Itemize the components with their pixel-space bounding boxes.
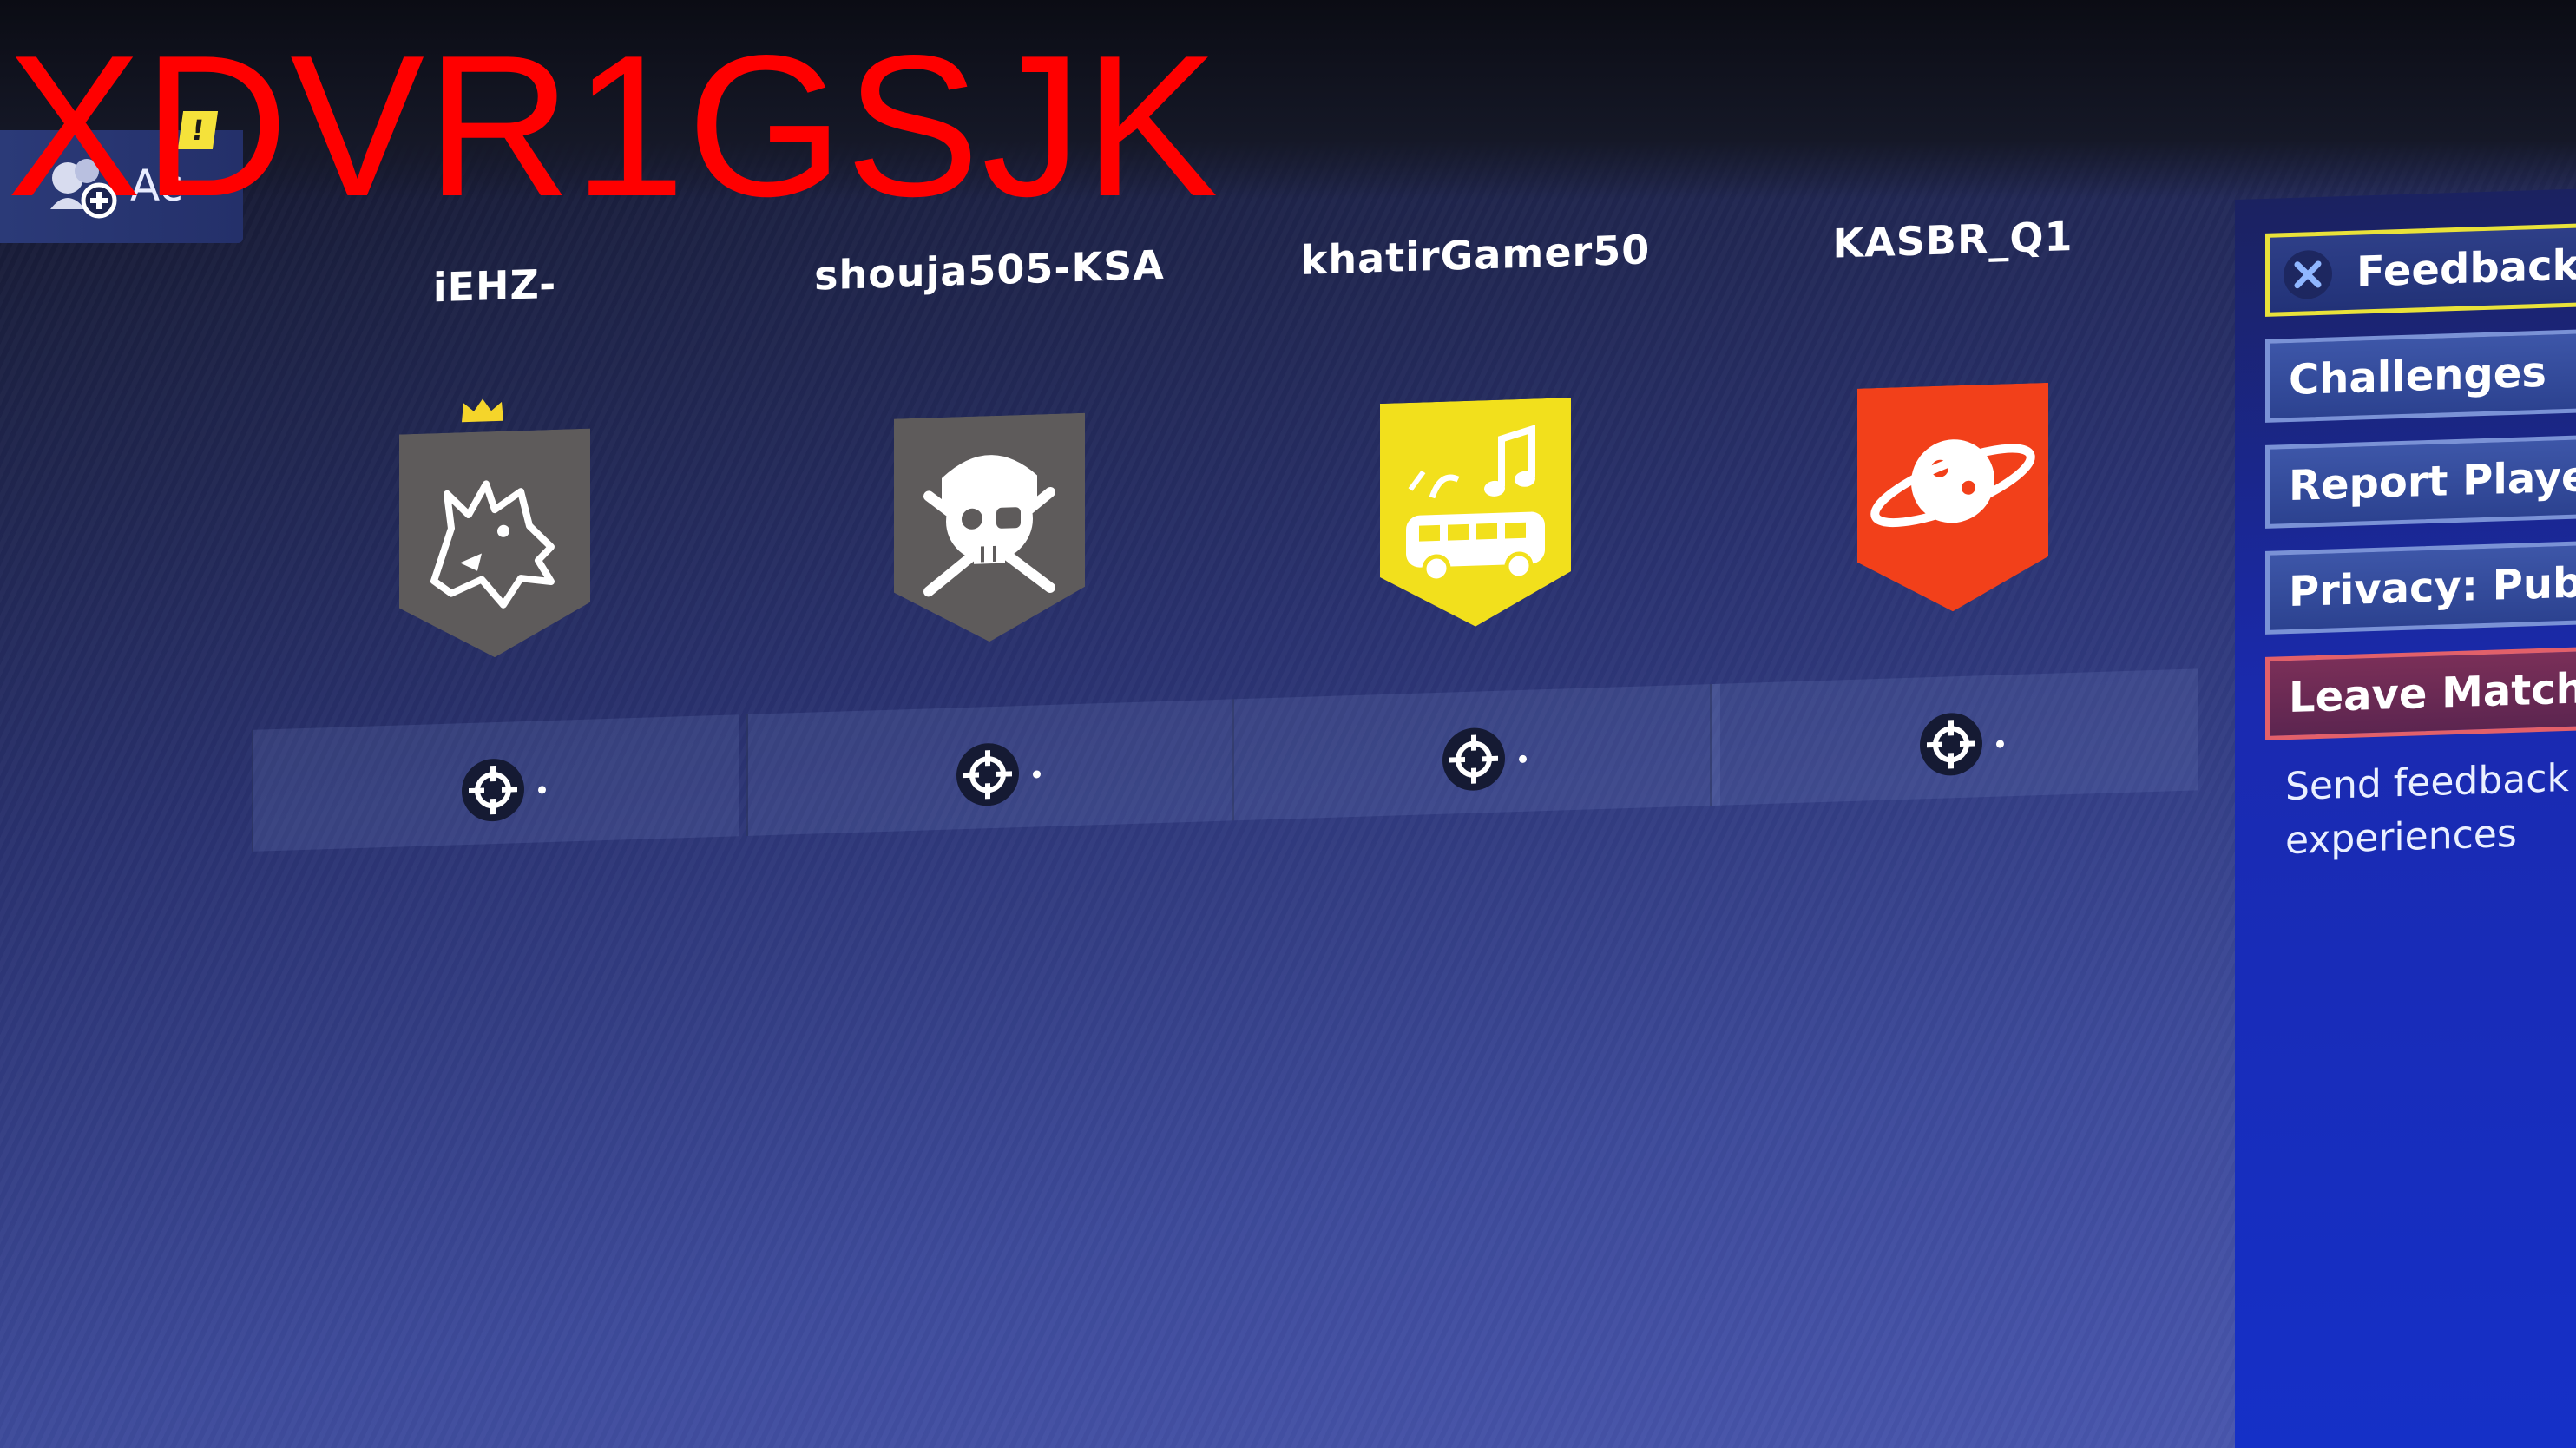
x-button-icon (2284, 250, 2332, 299)
report-player-label: Report Player (2289, 451, 2576, 511)
player-card[interactable]: khatirGamer50 (1232, 146, 1720, 821)
crosshair-icon[interactable] (460, 756, 526, 824)
game-lobby-screen: ! Ac iEHZ- shouja505-KSA khatirGamer50 K… (0, 0, 2576, 1448)
menu-description: Send feedback a experiences (2285, 755, 2569, 864)
player-card[interactable]: KASBR_Q1 (1710, 130, 2198, 806)
privacy-label: Privacy: Public (2289, 556, 2576, 617)
crosshair-icon[interactable] (955, 740, 1021, 808)
report-player-button[interactable]: Report Player (2265, 434, 2576, 529)
party-leader-crown-icon (462, 398, 503, 423)
player-name: khatirGamer50 (1300, 226, 1651, 284)
player-name: iEHZ- (432, 260, 557, 312)
player-name: KASBR_Q1 (1832, 212, 2073, 267)
challenges-label: Challenges (2289, 347, 2546, 405)
crosshair-icon[interactable] (1441, 725, 1507, 793)
player-card[interactable]: shouja505-KSA (746, 161, 1234, 836)
crosshair-icon[interactable] (1918, 710, 1984, 778)
leave-match-label: Leave Match (2289, 664, 2576, 723)
watermark-text: XDVR1GSJK (7, 14, 1220, 239)
side-menu: Feedback Challenges Report Player Privac… (2235, 188, 2576, 1448)
feedback-button[interactable]: Feedback (2265, 222, 2576, 317)
pirate-skull-icon (894, 412, 1085, 642)
planet-icon (1857, 382, 2048, 612)
challenges-button[interactable]: Challenges (2265, 328, 2576, 423)
player-card[interactable]: iEHZ- (252, 176, 739, 852)
wolf-icon (399, 428, 590, 658)
party-bus-icon (1380, 398, 1571, 627)
feedback-label: Feedback (2356, 240, 2576, 297)
leave-match-button[interactable]: Leave Match (2265, 646, 2576, 740)
privacy-button[interactable]: Privacy: Public (2265, 540, 2576, 635)
lobby-players-panel: iEHZ- shouja505-KSA khatirGamer50 KASBR_… (0, 130, 2205, 1448)
player-name: shouja505-KSA (814, 240, 1165, 299)
